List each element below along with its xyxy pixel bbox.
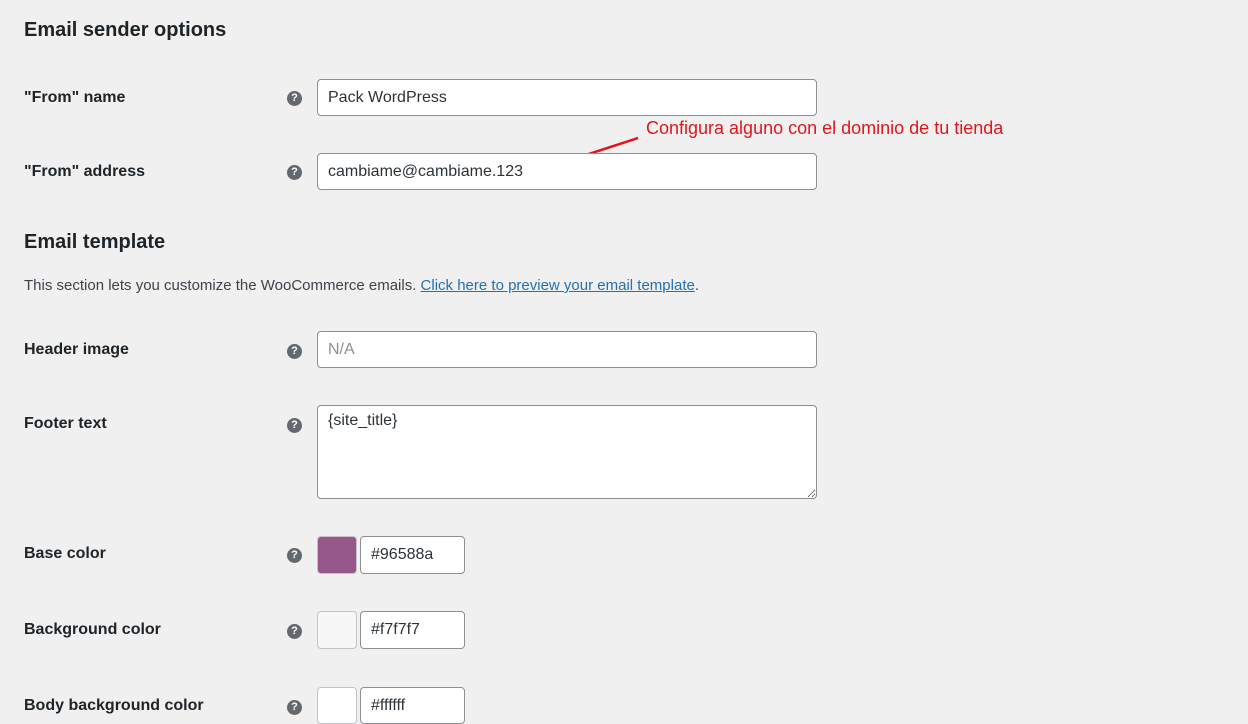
template-description: This section lets you customize the WooC… xyxy=(24,277,699,294)
help-icon[interactable]: ? xyxy=(287,344,302,359)
footer-text-label: Footer text xyxy=(24,415,107,432)
background-color-swatch[interactable] xyxy=(317,611,357,649)
preview-email-template-link[interactable]: Click here to preview your email templat… xyxy=(421,277,695,294)
header-image-input[interactable] xyxy=(317,331,817,368)
email-template-heading: Email template xyxy=(24,231,166,253)
body-background-color-swatch[interactable] xyxy=(317,687,357,724)
background-color-label: Background color xyxy=(24,621,161,638)
body-background-color-label: Body background color xyxy=(24,697,204,714)
template-description-text: This section lets you customize the WooC… xyxy=(24,277,417,294)
background-color-input[interactable] xyxy=(360,611,465,649)
help-icon[interactable]: ? xyxy=(287,418,302,433)
from-name-input[interactable] xyxy=(317,79,817,116)
help-icon[interactable]: ? xyxy=(287,700,302,715)
annotation-text: Configura alguno con el dominio de tu ti… xyxy=(646,118,1004,138)
from-name-label: "From" name xyxy=(24,89,126,106)
email-sender-options-heading: Email sender options xyxy=(24,19,227,41)
body-background-color-input[interactable] xyxy=(360,687,465,724)
help-icon[interactable]: ? xyxy=(287,624,302,639)
template-description-period: . xyxy=(694,277,699,294)
header-image-label: Header image xyxy=(24,341,129,358)
help-icon[interactable]: ? xyxy=(287,91,302,106)
help-icon[interactable]: ? xyxy=(287,548,302,563)
base-color-label: Base color xyxy=(24,545,106,562)
base-color-swatch[interactable] xyxy=(317,536,357,574)
from-address-input[interactable] xyxy=(317,153,817,190)
email-settings-page: Email sender options "From" name ? Confi… xyxy=(0,0,1248,724)
footer-text-textarea[interactable]: {site_title} xyxy=(317,405,817,499)
from-address-label: "From" address xyxy=(24,163,145,180)
base-color-input[interactable] xyxy=(360,536,465,574)
help-icon[interactable]: ? xyxy=(287,165,302,180)
